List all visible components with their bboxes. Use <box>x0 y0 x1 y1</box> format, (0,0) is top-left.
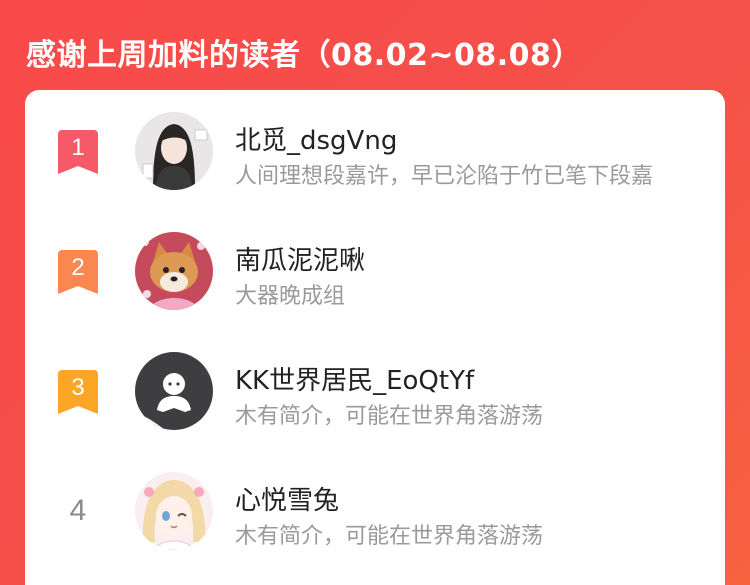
girl-portrait-icon <box>135 112 213 190</box>
rank-number: 2 <box>71 254 85 281</box>
rank-number: 4 <box>69 494 87 527</box>
reader-name[interactable]: 南瓜泥泥啾 <box>235 240 365 277</box>
reader-ranking-card: 1 北觅_dsgVng 人间理想段嘉许，早已沦陷于竹已笔下段嘉 2 南瓜泥泥啾 … <box>25 90 725 585</box>
shiba-dog-icon <box>135 232 213 310</box>
rank-number: 1 <box>71 134 85 161</box>
avatar[interactable] <box>135 232 213 310</box>
rank-2-ribbon-badge: 2 <box>58 250 98 294</box>
avatar[interactable] <box>135 352 213 430</box>
rank-3-ribbon-badge: 3 <box>58 370 98 414</box>
reader-name[interactable]: 北觅_dsgVng <box>235 120 397 157</box>
default-user-icon <box>135 352 213 430</box>
reader-bio: 大器晚成组 <box>235 284 346 309</box>
reader-row[interactable]: 3 KK世界居民_EoQtYf 木有简介，可能在世界角落游荡 <box>25 348 725 438</box>
avatar[interactable] <box>135 112 213 190</box>
reader-row[interactable]: 2 南瓜泥泥啾 大器晚成组 <box>25 228 725 318</box>
reader-name[interactable]: KK世界居民_EoQtYf <box>235 360 474 397</box>
reader-bio: 人间理想段嘉许，早已沦陷于竹已笔下段嘉 <box>235 164 654 189</box>
anime-girl-icon <box>135 472 213 550</box>
page-title: 感谢上周加料的读者（08.02~08.08） <box>26 38 582 73</box>
reader-name[interactable]: 心悦雪兔 <box>235 480 339 517</box>
reader-bio: 木有简介，可能在世界角落游荡 <box>235 404 544 429</box>
reader-bio: 木有简介，可能在世界角落游荡 <box>235 524 544 549</box>
reader-row[interactable]: 1 北觅_dsgVng 人间理想段嘉许，早已沦陷于竹已笔下段嘉 <box>25 108 725 198</box>
rank-1-ribbon-badge: 1 <box>58 130 98 174</box>
avatar[interactable] <box>135 472 213 550</box>
reader-row[interactable]: 4 心悦雪兔 木有简介，可能在世界角落游荡 <box>25 468 725 558</box>
rank-number: 3 <box>71 374 85 401</box>
